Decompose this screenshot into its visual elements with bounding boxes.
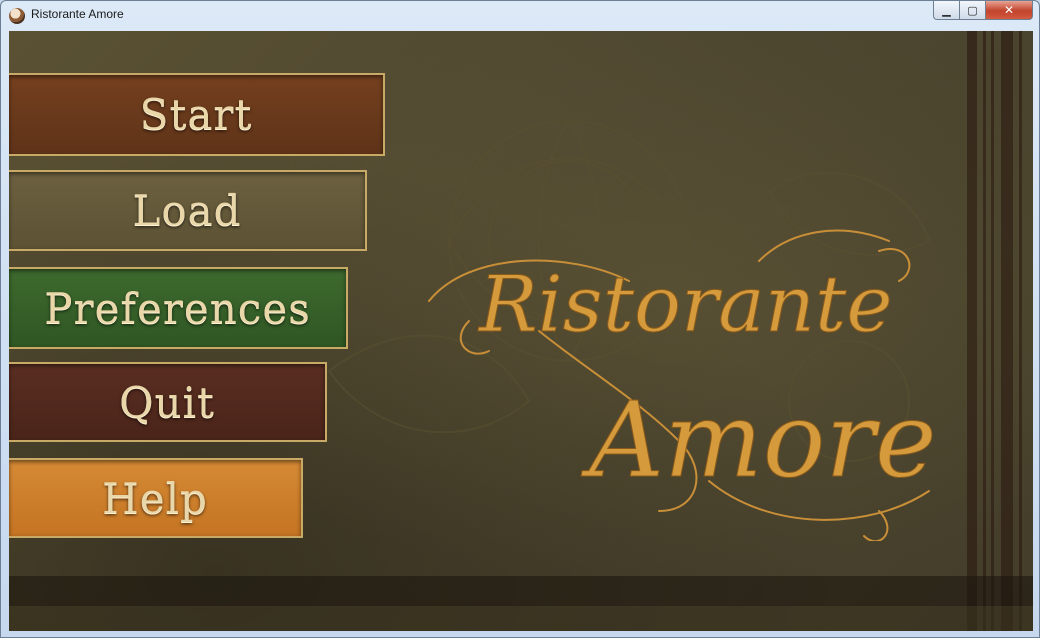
maximize-button[interactable]: ▢: [960, 1, 986, 20]
decorative-stripes: [961, 31, 1033, 631]
start-button[interactable]: Start: [9, 73, 385, 156]
preferences-label: Preferences: [44, 283, 311, 333]
load-button[interactable]: Load: [9, 170, 367, 251]
minimize-icon: ▁: [942, 3, 951, 17]
window-controls: ▁ ▢ ✕: [933, 1, 1033, 21]
app-icon: [9, 8, 25, 24]
logo-ristorante: Ristorante: [477, 260, 893, 350]
close-icon: ✕: [1003, 3, 1015, 17]
maximize-icon: ▢: [967, 3, 978, 17]
quit-label: Quit: [119, 377, 215, 427]
game-logo: Ristorante Amore: [428, 229, 937, 541]
preferences-button[interactable]: Preferences: [9, 267, 348, 349]
game-main-menu: Start Load Preferences Quit Help Ristora…: [9, 31, 1033, 631]
start-label: Start: [139, 90, 253, 139]
close-button[interactable]: ✕: [986, 1, 1033, 20]
title-bar[interactable]: Ristorante Amore ▁ ▢ ✕: [1, 1, 1039, 30]
minimize-button[interactable]: ▁: [933, 1, 960, 20]
bottom-band: [9, 576, 1033, 606]
app-window: Ristorante Amore ▁ ▢ ✕ Start Load Prefer…: [0, 0, 1040, 638]
window-title: Ristorante Amore: [31, 7, 124, 21]
load-label: Load: [132, 186, 242, 235]
help-button[interactable]: Help: [9, 458, 303, 538]
help-label: Help: [102, 473, 208, 523]
logo-amore: Amore: [581, 379, 937, 501]
quit-button[interactable]: Quit: [9, 362, 327, 442]
bottom-band-lower: [9, 606, 1033, 631]
